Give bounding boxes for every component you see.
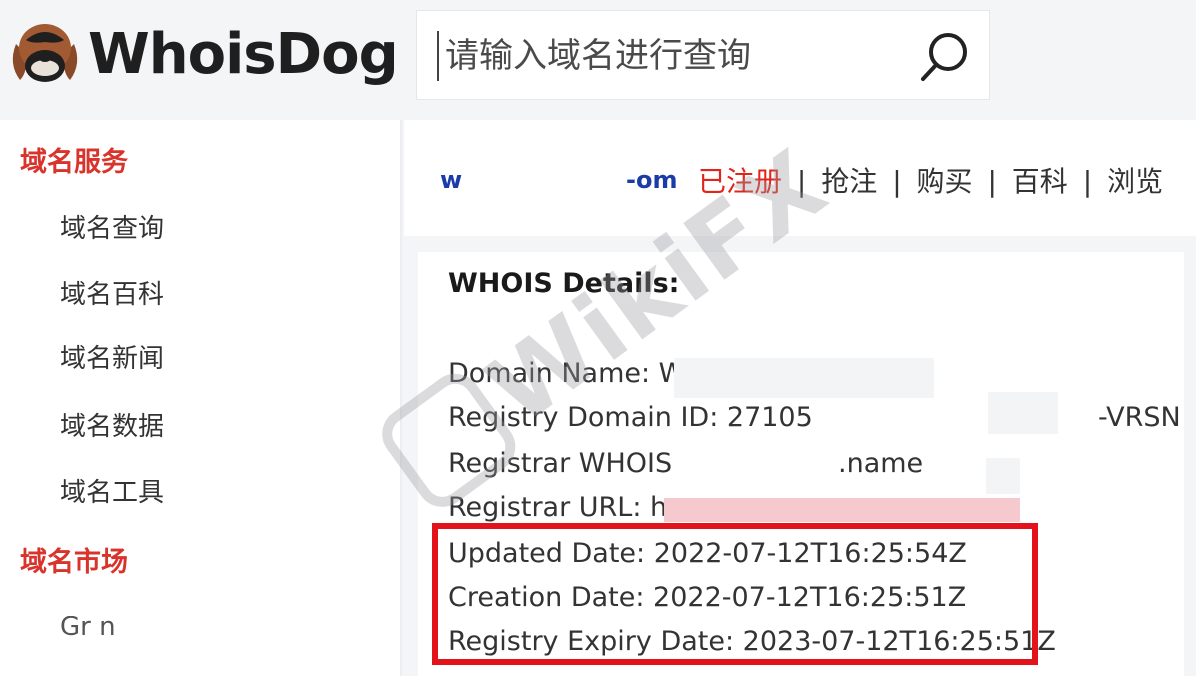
sidebar-item-domain-encyclopedia[interactable]: 域名百科: [60, 274, 164, 311]
sidebar-item-domain-news[interactable]: 域名新闻: [60, 338, 164, 375]
domain-name-end: -om: [626, 166, 678, 194]
separator: |: [987, 165, 997, 198]
search-box: [416, 10, 990, 100]
whois-registry-domain-id-suffix: -VRSN: [1098, 402, 1181, 433]
logo-text: WhoisDog: [88, 22, 399, 87]
redaction-block: [986, 458, 1020, 494]
sidebar-item-domain-data[interactable]: 域名数据: [60, 406, 164, 443]
whoisdog-logo[interactable]: WhoisDog: [6, 14, 399, 94]
redaction-block: [988, 392, 1058, 434]
main-content: w -om 已注册 | 抢注 | 购买 | 百科 | 浏览 WHOIS Deta…: [404, 120, 1196, 676]
separator: |: [1082, 165, 1093, 198]
separator: |: [796, 165, 807, 198]
registered-status: 已注册: [698, 165, 783, 198]
domain-name-start: w: [440, 166, 463, 194]
link-snatch[interactable]: 抢注: [821, 165, 877, 198]
link-browse[interactable]: 浏览: [1107, 165, 1163, 198]
domain-search-input[interactable]: [437, 31, 907, 81]
whois-details-title: WHOIS Details:: [448, 268, 680, 299]
sidebar-item-cutoff[interactable]: Gr n: [60, 616, 200, 640]
sidebar-item-domain-tools[interactable]: 域名工具: [60, 472, 164, 509]
whois-details-panel: WHOIS Details: Domain Name: WIN Registry…: [418, 252, 1184, 676]
whois-registry-domain-id: Registry Domain ID: 27105: [448, 402, 813, 433]
whois-registrar-server-suffix: .name: [838, 448, 924, 479]
domain-actions: 已注册 | 抢注 | 购买 | 百科 | 浏览: [698, 160, 1163, 200]
dog-logo-icon: [12, 24, 78, 82]
redaction-block: [664, 498, 1020, 522]
search-icon: [921, 33, 967, 81]
search-button[interactable]: [913, 25, 977, 87]
sidebar: 域名服务 域名查询 域名百科 域名新闻 域名数据 域名工具 域名市场 Gr n: [0, 120, 402, 676]
sidebar-heading-domain-market: 域名市场: [20, 547, 128, 578]
whois-registrar-server: Registrar WHOIS: [448, 448, 673, 479]
redaction-block: [674, 358, 934, 398]
sidebar-item-cutoff-label: Gr n: [60, 616, 116, 640]
whois-creation-date: Creation Date: 2022-07-12T16:25:51Z: [448, 582, 967, 613]
link-encyclopedia[interactable]: 百科: [1012, 165, 1068, 198]
link-buy[interactable]: 购买: [917, 165, 973, 198]
whois-updated-date: Updated Date: 2022-07-12T16:25:54Z: [448, 538, 967, 569]
site-header: WhoisDog: [0, 0, 1196, 120]
domain-bar: w -om 已注册 | 抢注 | 购买 | 百科 | 浏览: [404, 120, 1196, 236]
sidebar-item-domain-query[interactable]: 域名查询: [60, 208, 164, 245]
sidebar-heading-domain-services: 域名服务: [20, 147, 128, 178]
whois-expiry-date: Registry Expiry Date: 2023-07-12T16:25:5…: [448, 626, 1056, 657]
separator: |: [892, 165, 902, 198]
whois-registrar-url: Registrar URL: h: [448, 492, 668, 523]
